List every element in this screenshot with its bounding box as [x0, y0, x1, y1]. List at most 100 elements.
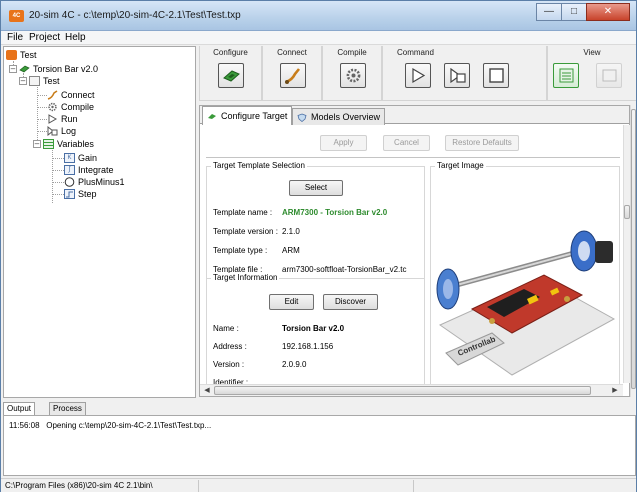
template-selection-group: Target Template Selection Select Templat… [206, 161, 425, 279]
template-file-value: arm7300-softfloat-TorsionBar_v2.tc [282, 265, 407, 274]
main-vertical-scrollbar[interactable] [630, 105, 636, 397]
connect-icon [285, 68, 301, 84]
play-icon [47, 114, 58, 124]
tree-item-variables[interactable]: Variables [43, 138, 94, 150]
collapse-icon[interactable]: – [9, 65, 17, 73]
target-address-label: Address : [213, 342, 247, 351]
menu-project[interactable]: Project [29, 32, 60, 43]
tree-item-torsion-bar[interactable]: Torsion Bar v2.0 [19, 63, 98, 75]
group-title: Target Information [211, 273, 280, 282]
template-type-label: Template type : [213, 246, 268, 255]
status-bar: C:\Program Files (x86)\20-sim 4C 2.1\bin… [1, 478, 636, 492]
gear-icon [47, 102, 58, 112]
content-vertical-scrollbar[interactable] [623, 125, 630, 383]
restore-defaults-button[interactable]: Restore Defaults [445, 135, 519, 151]
log-icon [450, 67, 466, 84]
tree-item-plusminus[interactable]: PlusMinus1 [64, 176, 125, 188]
tree-item-connect[interactable]: Connect [47, 89, 95, 101]
window-title: 20-sim 4C - c:\temp\20-sim-4C-2.1\Test\T… [29, 10, 241, 21]
output-log[interactable]: 11:56:08 Opening c:\temp\20-sim-4C-2.1\T… [3, 415, 636, 476]
scroll-right-icon[interactable]: ▶ [610, 386, 620, 394]
tree-label: Compile [61, 102, 95, 112]
content-horizontal-scrollbar[interactable]: ◀ ▶ [200, 384, 623, 396]
menu-help[interactable]: Help [65, 32, 86, 43]
compile-button[interactable] [340, 63, 366, 88]
scroll-left-icon[interactable]: ◀ [202, 386, 212, 394]
variables-icon [559, 68, 574, 83]
run-button[interactable] [405, 63, 431, 88]
title-bar[interactable]: 4C 20-sim 4C - c:\temp\20-sim-4C-2.1\Tes… [1, 1, 636, 31]
tree-label: Step [78, 189, 97, 199]
tree-label: Test [43, 76, 60, 86]
tree-item-step[interactable]: Step [64, 188, 97, 200]
status-path: C:\Program Files (x86)\20-sim 4C 2.1\bin… [5, 481, 153, 490]
connect-button[interactable] [280, 63, 306, 88]
edit-button[interactable]: Edit [269, 294, 314, 310]
configure-button[interactable] [218, 63, 244, 88]
tree-item-compile[interactable]: Compile [47, 101, 94, 113]
maximize-button[interactable]: □ [561, 3, 587, 21]
view-variables-button[interactable] [553, 63, 579, 88]
view-monitor-button[interactable] [596, 63, 622, 88]
app-badge-text: 4C [12, 13, 21, 19]
tree-item-gain[interactable]: K Gain [64, 152, 97, 164]
log-button[interactable] [444, 63, 470, 88]
tree-connector [37, 119, 47, 120]
template-version-value: 2.1.0 [282, 227, 300, 236]
group-configure: Configure [199, 46, 262, 101]
collapse-icon[interactable]: – [33, 140, 41, 148]
stop-button[interactable] [483, 63, 509, 88]
template-name-label: Template name : [213, 208, 273, 217]
tab-process[interactable]: Process [49, 402, 86, 415]
scroll-thumb[interactable] [214, 386, 591, 395]
tree-item-test-model[interactable]: Test [29, 75, 60, 87]
tab-label: Configure Target [221, 111, 288, 121]
gear-icon [346, 68, 361, 83]
target-address-value: 192.168.1.156 [282, 342, 334, 351]
discover-button[interactable]: Discover [323, 294, 378, 310]
tree-connector [52, 194, 64, 195]
group-command: Command [382, 46, 547, 101]
template-name-value: ARM7300 - Torsion Bar v2.0 [282, 208, 388, 217]
target-board-icon [19, 64, 30, 74]
tree-label: PlusMinus1 [78, 177, 125, 187]
group-label: View [583, 48, 601, 57]
play-icon [412, 67, 426, 84]
menu-file[interactable]: File [7, 32, 23, 43]
plusminus-block-icon [64, 177, 75, 187]
integrate-block-icon: ∫ [64, 165, 75, 175]
tree-item-test-project[interactable]: Test [6, 49, 37, 61]
output-tab-strip: Output Process [3, 402, 636, 415]
group-label: Connect [277, 48, 307, 57]
tab-configure-target[interactable]: Configure Target [202, 106, 293, 125]
project-tree[interactable]: Test – Torsion Bar v2.0 – Test Connect C… [3, 46, 196, 398]
target-board-icon [223, 70, 240, 82]
project-icon [6, 50, 17, 60]
tree-connector [37, 107, 47, 108]
tree-item-run[interactable]: Run [47, 113, 78, 125]
ribbon-toolbar: Configure Connect Compile Command View [199, 46, 636, 101]
cancel-button[interactable]: Cancel [383, 135, 430, 151]
collapse-icon[interactable]: – [19, 77, 27, 85]
apply-button[interactable]: Apply [320, 135, 367, 151]
tree-item-log[interactable]: Log [47, 125, 76, 137]
template-type-value: ARM [282, 246, 300, 255]
target-name-value: Torsion Bar v2.0 [282, 324, 345, 333]
group-compile: Compile [322, 46, 382, 101]
tab-output[interactable]: Output [3, 402, 36, 415]
close-button[interactable]: ✕ [586, 3, 630, 21]
tab-models-overview[interactable]: Models Overview [292, 108, 386, 125]
minimize-button[interactable]: — [536, 3, 562, 21]
target-name-label: Name : [213, 324, 239, 333]
variables-icon [43, 139, 54, 149]
select-button[interactable]: Select [289, 180, 343, 196]
model-icon [29, 76, 40, 86]
shield-icon [297, 113, 307, 123]
tree-connector [37, 95, 47, 96]
tree-item-integrate[interactable]: ∫ Integrate [64, 164, 114, 176]
tree-connector [37, 131, 47, 132]
scroll-thumb[interactable] [631, 109, 636, 389]
status-divider [198, 480, 199, 492]
monitor-icon [602, 69, 617, 82]
group-title: Target Template Selection [211, 161, 307, 170]
